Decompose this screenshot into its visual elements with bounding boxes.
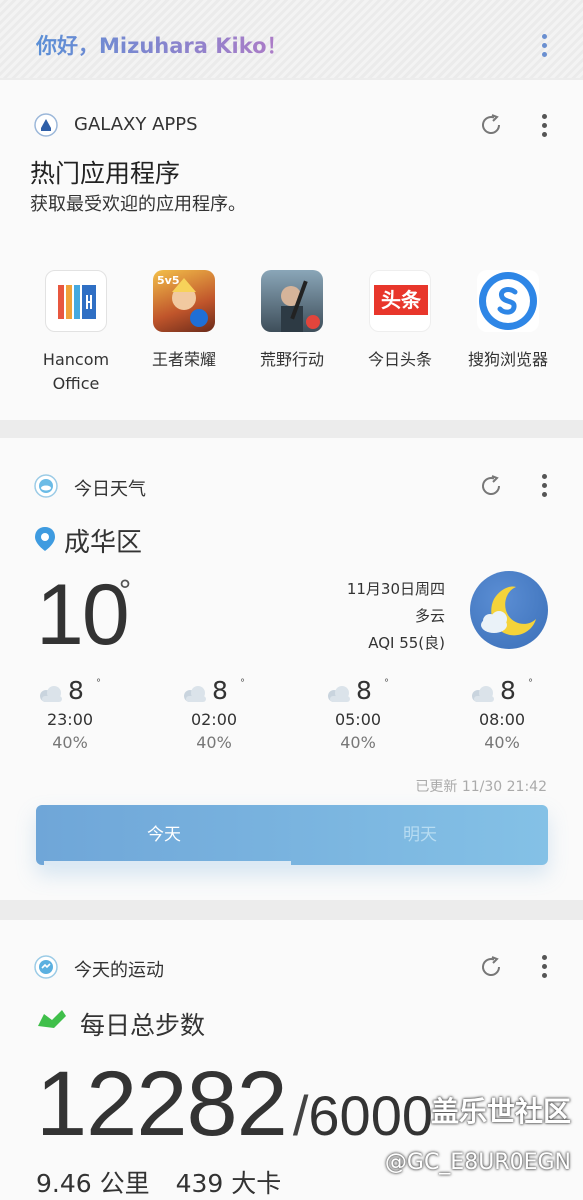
sogou-browser-icon bbox=[477, 270, 539, 332]
galaxy-apps-icon bbox=[34, 113, 58, 137]
hourly-precip: 40% bbox=[52, 733, 88, 752]
toutiao-icon: 头条 bbox=[369, 270, 431, 332]
shoe-icon bbox=[38, 1010, 66, 1028]
app-label: 王者荣耀 bbox=[151, 350, 216, 369]
degree-symbol: ° bbox=[528, 678, 533, 689]
weather-card: 今日天气 成华区 10 ° 11月30日周四 多云 AQI 55(良) 8 ° … bbox=[0, 438, 583, 900]
app-label: 今日头条 bbox=[367, 350, 432, 369]
greeting-text: 你好，Mizuhara Kiko！ bbox=[36, 30, 288, 60]
weather-info: 11月30日周四 多云 AQI 55(良) bbox=[347, 576, 445, 657]
hourly-forecast-item: 8 ° 08:00 40% bbox=[452, 676, 552, 752]
app-sogou-browser[interactable]: 搜狗浏览器 bbox=[458, 270, 558, 372]
knives-out-icon bbox=[261, 270, 323, 332]
greeting-bar: 你好，Mizuhara Kiko！ bbox=[0, 0, 583, 78]
app-label: 荒野行动 bbox=[259, 350, 324, 369]
current-temperature: 10 bbox=[36, 567, 130, 663]
cloud-icon bbox=[328, 686, 350, 702]
app-knives-out[interactable]: 荒野行动 bbox=[242, 270, 342, 372]
honor-of-kings-icon: 5v5 bbox=[153, 270, 215, 332]
location-pin-icon bbox=[35, 527, 55, 551]
hourly-time: 23:00 bbox=[46, 710, 94, 729]
hourly-temp: 8 bbox=[500, 676, 516, 705]
steps-title: 每日总步数 bbox=[80, 1011, 206, 1040]
hourly-temp: 8 bbox=[356, 676, 372, 705]
hourly-forecast-item: 8 ° 05:00 40% bbox=[308, 676, 408, 752]
location-name[interactable]: 成华区 bbox=[64, 522, 142, 559]
degree-symbol: ° bbox=[118, 574, 132, 607]
more-options-icon[interactable] bbox=[542, 474, 548, 497]
steps-count: 12282/6000 bbox=[36, 1052, 433, 1157]
refresh-icon[interactable] bbox=[478, 954, 504, 980]
hourly-precip: 40% bbox=[196, 733, 232, 752]
tab-indicator bbox=[44, 861, 291, 865]
refresh-icon[interactable] bbox=[478, 473, 504, 499]
cloud-icon bbox=[184, 686, 206, 702]
app-hancom-office[interactable]: Hancom Office bbox=[26, 270, 126, 396]
hourly-temp: 8 bbox=[212, 676, 228, 705]
calories: 439 大卡 bbox=[175, 1169, 282, 1198]
hourly-forecast-item: 8 ° 02:00 40% bbox=[164, 676, 264, 752]
galaxy-apps-title: GALAXY APPS bbox=[74, 114, 198, 135]
hourly-temp: 8 bbox=[68, 676, 84, 705]
app-honor-of-kings[interactable]: 5v5 王者荣耀 bbox=[134, 270, 234, 372]
day-tab-bar: 今天 明天 bbox=[36, 805, 548, 865]
apps-heading: 热门应用程序 bbox=[30, 159, 181, 188]
exercise-stats: 9.46 公里 439 大卡 bbox=[36, 1164, 307, 1200]
cloud-icon bbox=[40, 686, 62, 702]
weather-aqi: AQI 55(良) bbox=[368, 634, 445, 652]
app-toutiao[interactable]: 头条 今日头条 bbox=[350, 270, 450, 372]
cloud-icon bbox=[472, 686, 494, 702]
refresh-icon[interactable] bbox=[478, 112, 504, 138]
hancom-office-icon bbox=[45, 270, 107, 332]
more-options-icon[interactable] bbox=[542, 955, 548, 978]
watermark-handle: @GC_E8UR0EGN bbox=[384, 1150, 571, 1175]
weather-condition: 多云 bbox=[414, 607, 445, 625]
more-options-icon[interactable] bbox=[542, 114, 548, 137]
distance: 9.46 公里 bbox=[36, 1169, 150, 1198]
hourly-time: 02:00 bbox=[190, 710, 238, 729]
exercise-title: 今天的运动 bbox=[74, 960, 164, 981]
tab-tomorrow[interactable]: 明天 bbox=[292, 805, 548, 865]
hourly-precip: 40% bbox=[484, 733, 520, 752]
more-options-icon[interactable] bbox=[542, 34, 548, 57]
hourly-forecast-item: 8 ° 23:00 40% bbox=[20, 676, 120, 752]
degree-symbol: ° bbox=[384, 678, 389, 689]
steps-value: 12282 bbox=[36, 1053, 288, 1155]
weather-app-icon bbox=[34, 474, 58, 498]
app-label: Hancom Office bbox=[42, 350, 110, 393]
health-app-icon bbox=[34, 955, 58, 979]
updated-time: 已更新 11/30 21:42 bbox=[415, 779, 547, 795]
degree-symbol: ° bbox=[96, 678, 101, 689]
app-label: 搜狗浏览器 bbox=[467, 350, 548, 369]
moon-cloud-icon bbox=[470, 571, 548, 649]
galaxy-apps-card: GALAXY APPS 热门应用程序 获取最受欢迎的应用程序。 Hancom O… bbox=[0, 80, 583, 420]
watermark-title: 盖乐世社区 bbox=[430, 1095, 571, 1128]
hourly-time: 08:00 bbox=[478, 710, 526, 729]
steps-goal: 6000 bbox=[308, 1084, 433, 1147]
svg-text:5v5: 5v5 bbox=[157, 274, 179, 287]
apps-subheading: 获取最受欢迎的应用程序。 bbox=[30, 194, 246, 215]
hourly-time: 05:00 bbox=[334, 710, 382, 729]
weather-title: 今日天气 bbox=[74, 479, 146, 500]
steps-separator: / bbox=[292, 1084, 309, 1147]
hourly-precip: 40% bbox=[340, 733, 376, 752]
tab-today[interactable]: 今天 bbox=[36, 805, 292, 865]
weather-date: 11月30日周四 bbox=[346, 580, 445, 598]
degree-symbol: ° bbox=[240, 678, 245, 689]
